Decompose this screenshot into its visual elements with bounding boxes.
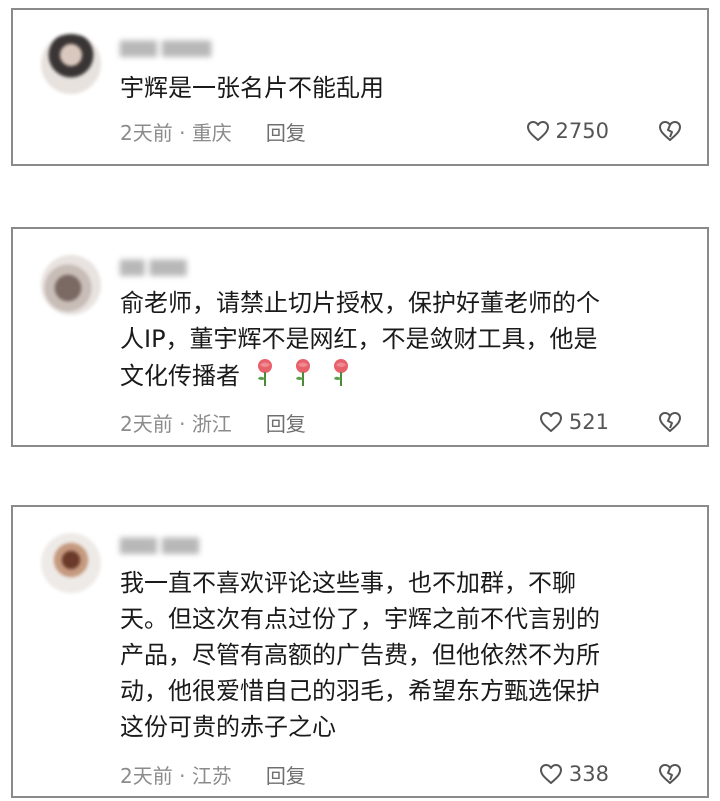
comment-meta: 2天前 · 江苏 [120, 760, 232, 789]
like-button[interactable]: 521 [539, 410, 609, 434]
nickname-redacted[interactable]: ▇▇▇ ▇▇▇ [120, 535, 199, 555]
comment-text: 俞老师，请禁止切片授权，保护好董老师的个 人IP，董宇辉不是网红，不是敛财工具，… [120, 285, 680, 397]
comment-time: 2天前 [120, 763, 173, 788]
broken-heart-icon [659, 121, 681, 141]
nickname-redacted[interactable]: ▇▇ ▇▇▇ [120, 257, 187, 277]
rose-emoji [252, 357, 278, 397]
comment-meta: 2天前 · 重庆 [120, 117, 232, 146]
comment-location: 重庆 [191, 120, 232, 145]
avatar[interactable] [41, 34, 101, 94]
dislike-button[interactable] [657, 763, 683, 785]
comment-text-body: 俞老师，请禁止切片授权，保护好董老师的个 人IP，董宇辉不是网红，不是敛财工具，… [120, 289, 600, 390]
comment-meta: 2天前 · 浙江 [120, 408, 232, 437]
like-button[interactable]: 338 [539, 762, 609, 786]
broken-heart-icon [659, 764, 681, 784]
comment-footer: 2天前 · 重庆 回复 2750 [120, 116, 683, 146]
comment-card: ▇▇▇ ▇▇▇▇ 宇辉是一张名片不能乱用 2天前 · 重庆 回复 2750 [11, 8, 709, 166]
broken-heart-icon [659, 412, 681, 432]
dislike-button[interactable] [657, 411, 683, 433]
like-button[interactable]: 2750 [526, 119, 609, 143]
avatar[interactable] [41, 533, 101, 593]
nickname-redacted[interactable]: ▇▇▇ ▇▇▇▇ [120, 38, 211, 58]
comment-footer: 2天前 · 江苏 回复 338 [120, 759, 683, 789]
like-count: 2750 [555, 119, 609, 143]
meta-separator: · [179, 411, 186, 436]
comment-footer: 2天前 · 浙江 回复 521 [120, 407, 683, 437]
reply-button[interactable]: 回复 [266, 117, 306, 146]
like-count: 521 [568, 410, 609, 434]
comment-text: 我一直不喜欢评论这些事，也不加群，不聊 天。但这次有点过份了，宇辉之前不代言别的… [120, 569, 600, 741]
meta-separator: · [179, 120, 186, 145]
dislike-button[interactable] [657, 120, 683, 142]
heart-icon [539, 764, 562, 784]
comment-location: 江苏 [191, 763, 232, 788]
avatar[interactable] [41, 255, 101, 315]
comment-text: 宇辉是一张名片不能乱用 [120, 74, 384, 102]
rose-emoji [328, 357, 354, 397]
comment-time: 2天前 [120, 411, 173, 436]
heart-icon [539, 412, 562, 432]
rose-emoji [290, 357, 316, 397]
reply-button[interactable]: 回复 [266, 760, 306, 789]
comment-card: ▇▇▇ ▇▇▇ 我一直不喜欢评论这些事，也不加群，不聊 天。但这次有点过份了，宇… [11, 505, 709, 798]
heart-icon [526, 121, 549, 141]
comment-location: 浙江 [191, 411, 232, 436]
like-count: 338 [568, 762, 609, 786]
comment-card: ▇▇ ▇▇▇ 俞老师，请禁止切片授权，保护好董老师的个 人IP，董宇辉不是网红，… [11, 227, 709, 447]
comment-time: 2天前 [120, 120, 173, 145]
reply-button[interactable]: 回复 [266, 408, 306, 437]
meta-separator: · [179, 763, 186, 788]
